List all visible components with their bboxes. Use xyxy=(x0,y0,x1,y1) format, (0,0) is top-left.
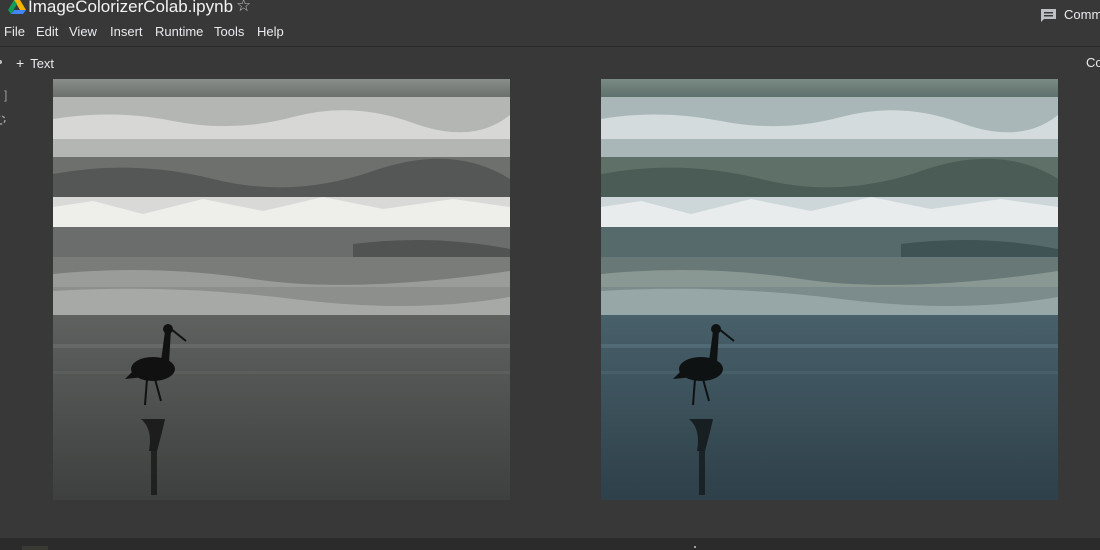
cell-run-icon[interactable] xyxy=(0,113,6,127)
star-icon[interactable]: ☆ xyxy=(236,0,251,16)
menu-edit[interactable]: Edit xyxy=(36,24,58,39)
toolbar-right-button[interactable]: Co xyxy=(1086,55,1100,70)
cell-execution-count: ] xyxy=(4,88,8,102)
menu-runtime[interactable]: Runtime xyxy=(155,24,203,39)
cell-output-area: ] xyxy=(0,79,1100,550)
menu-tools[interactable]: Tools xyxy=(214,24,244,39)
comment-icon xyxy=(1041,9,1056,22)
menu-insert[interactable]: Insert xyxy=(110,24,143,39)
menu-help[interactable]: Help xyxy=(257,24,284,39)
bottom-dot xyxy=(694,546,696,548)
menu-view[interactable]: View xyxy=(69,24,97,39)
google-drive-icon[interactable] xyxy=(8,0,26,14)
notebook-toolbar: + Text Co xyxy=(0,46,1100,79)
plus-icon: + xyxy=(16,55,25,71)
title-bar: ImageColorizerColab.ipynb ☆ Comm File Ed… xyxy=(0,0,1100,46)
bottom-marker xyxy=(22,546,48,550)
toolbar-edge-marker xyxy=(0,60,2,64)
colorized-output-image xyxy=(601,79,1058,500)
add-text-label: Text xyxy=(30,56,55,71)
grayscale-input-image xyxy=(53,79,510,500)
bottom-status-strip xyxy=(0,538,1100,550)
menu-file[interactable]: File xyxy=(4,24,25,39)
add-text-cell-button[interactable]: + Text xyxy=(16,55,54,71)
notebook-title[interactable]: ImageColorizerColab.ipynb xyxy=(28,0,233,17)
comment-label: Comm xyxy=(1064,7,1100,22)
